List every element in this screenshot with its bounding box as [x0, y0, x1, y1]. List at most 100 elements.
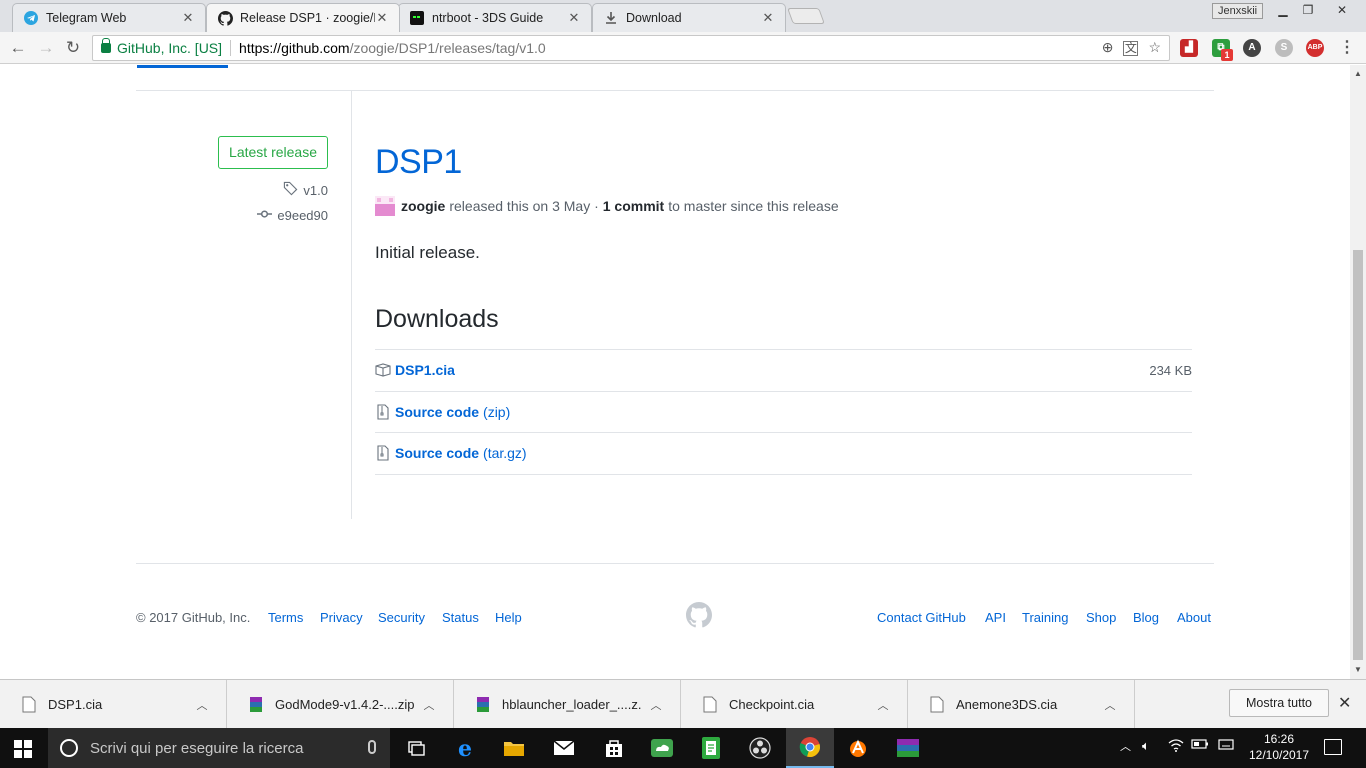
forward-icon[interactable]: → — [36, 38, 56, 58]
footer-link-help[interactable]: Help — [495, 610, 522, 625]
chrome-icon[interactable] — [786, 728, 834, 768]
cloud-app-icon[interactable] — [638, 728, 686, 768]
tab-github-release[interactable]: Release DSP1 · zoogie/D ✕ — [206, 3, 400, 32]
list-item[interactable]: Source code (tar.gz) — [375, 433, 1192, 475]
selected-tab-indicator — [137, 65, 228, 68]
chart-extension-icon[interactable]: ▟ — [1180, 39, 1198, 57]
chevron-up-icon[interactable]: ︿ — [869, 697, 897, 713]
github-logo-icon[interactable] — [686, 602, 712, 628]
tag-icon — [283, 181, 298, 199]
close-icon[interactable]: ✕ — [375, 10, 389, 26]
profile-button[interactable]: Jenxskii — [1212, 3, 1264, 19]
downloads-heading: Downloads — [375, 305, 499, 333]
tab-ntrboot[interactable]: ntrboot - 3DS Guide ✕ — [398, 3, 592, 32]
footer-link-shop[interactable]: Shop — [1086, 610, 1116, 625]
reload-icon[interactable]: ↻ — [63, 38, 83, 58]
footer-link-blog[interactable]: Blog — [1133, 610, 1159, 625]
asset-name[interactable]: DSP1.cia — [395, 362, 455, 378]
asset-size: 234 KB — [1149, 362, 1192, 378]
asset-name[interactable]: Source code — [395, 445, 479, 461]
microphone-icon[interactable] — [368, 740, 376, 754]
mail-icon[interactable] — [540, 728, 588, 768]
download-item[interactable]: Anemone3DS.cia ︿ — [908, 680, 1135, 729]
footer-link-status[interactable]: Status — [442, 610, 479, 625]
commit-sha: e9eed90 — [277, 208, 328, 223]
wifi-icon[interactable] — [1168, 738, 1184, 755]
tab-telegram[interactable]: Telegram Web ✕ — [12, 3, 206, 32]
adblock-icon[interactable]: ABP — [1306, 39, 1324, 57]
download-item[interactable]: Checkpoint.cia ︿ — [681, 680, 908, 729]
commit-icon — [257, 208, 273, 223]
task-view-icon[interactable] — [392, 728, 440, 768]
volume-icon[interactable]: 🔈︎ — [1142, 738, 1150, 754]
download-filename: hblauncher_loader_....z... — [502, 697, 642, 712]
scroll-down-icon[interactable]: ▼ — [1350, 663, 1366, 677]
footer-link-terms[interactable]: Terms — [268, 610, 303, 625]
bookmark-star-icon[interactable]: ☆ — [1148, 39, 1161, 56]
chevron-up-icon[interactable]: ︿ — [188, 697, 216, 713]
winrar-taskbar-icon[interactable] — [884, 728, 932, 768]
skype-icon[interactable]: S — [1275, 39, 1293, 57]
commits-link[interactable]: 1 commit — [603, 198, 664, 214]
store-icon[interactable] — [590, 728, 638, 768]
show-all-downloads-button[interactable]: Mostra tutto — [1229, 689, 1329, 717]
download-item[interactable]: DSP1.cia ︿ — [0, 680, 227, 729]
restore-icon[interactable]: ❐ — [1295, 2, 1321, 18]
release-title[interactable]: DSP1 — [375, 143, 462, 182]
obs-icon[interactable] — [736, 728, 784, 768]
close-icon[interactable]: ✕ — [181, 10, 195, 26]
scroll-thumb[interactable] — [1353, 250, 1363, 660]
since-text: to master since this release — [668, 198, 839, 214]
avatar[interactable] — [375, 196, 395, 216]
menu-icon[interactable]: ⋮ — [1338, 39, 1356, 57]
asset-name[interactable]: Source code — [395, 404, 479, 420]
address-bar[interactable]: GitHub, Inc. [US] https://github.com/zoo… — [92, 35, 1170, 61]
keyboard-icon[interactable] — [1218, 738, 1234, 753]
release-tag[interactable]: v1.0 — [283, 181, 328, 199]
chevron-up-icon[interactable]: ︿ — [1096, 697, 1124, 713]
windows-start-icon[interactable] — [14, 740, 32, 758]
notification-center-icon[interactable] — [1324, 739, 1342, 755]
edge-icon[interactable]: e — [442, 728, 490, 768]
file-explorer-icon[interactable] — [490, 728, 538, 768]
scroll-up-icon[interactable]: ▲ — [1350, 67, 1366, 81]
close-icon[interactable]: ✕ — [567, 10, 581, 26]
page-scrollbar[interactable]: ▲ ▼ — [1350, 65, 1366, 679]
notes-app-icon[interactable] — [687, 728, 735, 768]
avast-icon[interactable] — [834, 728, 882, 768]
footer-link-contact[interactable]: Contact GitHub — [877, 610, 966, 625]
chevron-up-icon[interactable]: ︿ — [415, 697, 443, 713]
file-zip-icon — [375, 445, 391, 461]
site-identity[interactable]: GitHub, Inc. [US] — [117, 40, 222, 56]
chevron-up-icon[interactable]: ︿ — [642, 697, 670, 713]
footer-link-training[interactable]: Training — [1022, 610, 1068, 625]
footer-link-api[interactable]: API — [985, 610, 1006, 625]
translate-icon[interactable]: 文 — [1123, 41, 1139, 56]
svg-text:e: e — [458, 737, 472, 759]
battery-icon[interactable] — [1191, 738, 1209, 753]
zoom-icon[interactable]: ⊕ — [1102, 39, 1114, 56]
system-clock[interactable]: 16:26 12/10/2017 — [1244, 731, 1314, 763]
back-icon[interactable]: ← — [8, 38, 28, 58]
tab-download[interactable]: Download ✕ — [592, 3, 786, 32]
footer-link-privacy[interactable]: Privacy — [320, 610, 363, 625]
footer-link-security[interactable]: Security — [378, 610, 425, 625]
download-item[interactable]: GodMode9-v1.4.2-....zip ︿ — [227, 680, 454, 729]
minimize-icon[interactable]: ▁ — [1270, 2, 1296, 18]
a-extension-icon[interactable]: A — [1243, 39, 1261, 57]
list-item[interactable]: DSP1.cia 234 KB — [375, 350, 1192, 392]
close-icon[interactable]: ✕ — [1338, 693, 1351, 713]
release-commit[interactable]: e9eed90 — [257, 208, 328, 223]
chevron-up-icon[interactable]: ︿ — [1120, 738, 1131, 754]
window-close-icon[interactable]: ✕ — [1322, 2, 1362, 18]
release-notes: Initial release. — [375, 243, 480, 262]
download-icon — [603, 10, 619, 26]
file-icon — [703, 696, 717, 713]
list-item[interactable]: Source code (zip) — [375, 392, 1192, 433]
footer-link-about[interactable]: About — [1177, 610, 1211, 625]
close-icon[interactable]: ✕ — [761, 10, 775, 26]
new-tab-button[interactable] — [787, 8, 825, 24]
taskbar-search[interactable]: Scrivi qui per eseguire la ricerca — [48, 728, 390, 768]
author-link[interactable]: zoogie — [401, 198, 445, 214]
download-item[interactable]: hblauncher_loader_....z... ︿ — [454, 680, 681, 729]
